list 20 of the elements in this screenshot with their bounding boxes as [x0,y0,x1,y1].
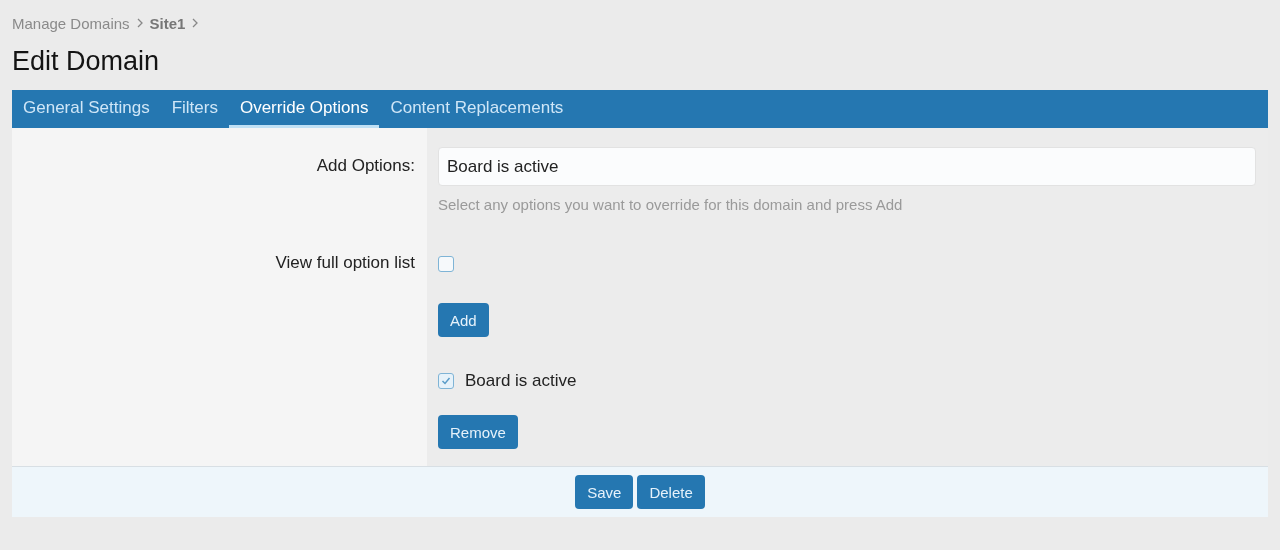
tab[interactable]: General Settings [12,90,161,128]
chevron-icon [135,18,144,28]
footer-button[interactable]: Save [575,475,634,509]
footer-button[interactable]: Delete [637,475,705,509]
tab[interactable]: Content Replacements [379,90,575,128]
breadcrumb-link[interactable]: Manage Domains [12,14,130,32]
hint-text: Select any options you want to override for this domain and press Add [438,196,904,213]
checkbox[interactable] [438,373,454,389]
field-label: Add Options: [316,156,415,175]
chevron-icon [191,18,200,28]
page-title: Edit Domain [12,45,161,78]
tab[interactable]: Filters [160,90,229,128]
options-field[interactable]: Board is active [438,147,1256,186]
remove-button[interactable]: Remove [438,415,518,449]
add-button[interactable]: Add [438,303,489,337]
checkbox[interactable] [438,256,454,272]
check-icon [441,376,451,386]
option-label: Board is active [465,371,577,391]
breadcrumb-link[interactable]: Site1 [149,14,186,32]
field-label: View full option list [275,253,415,272]
